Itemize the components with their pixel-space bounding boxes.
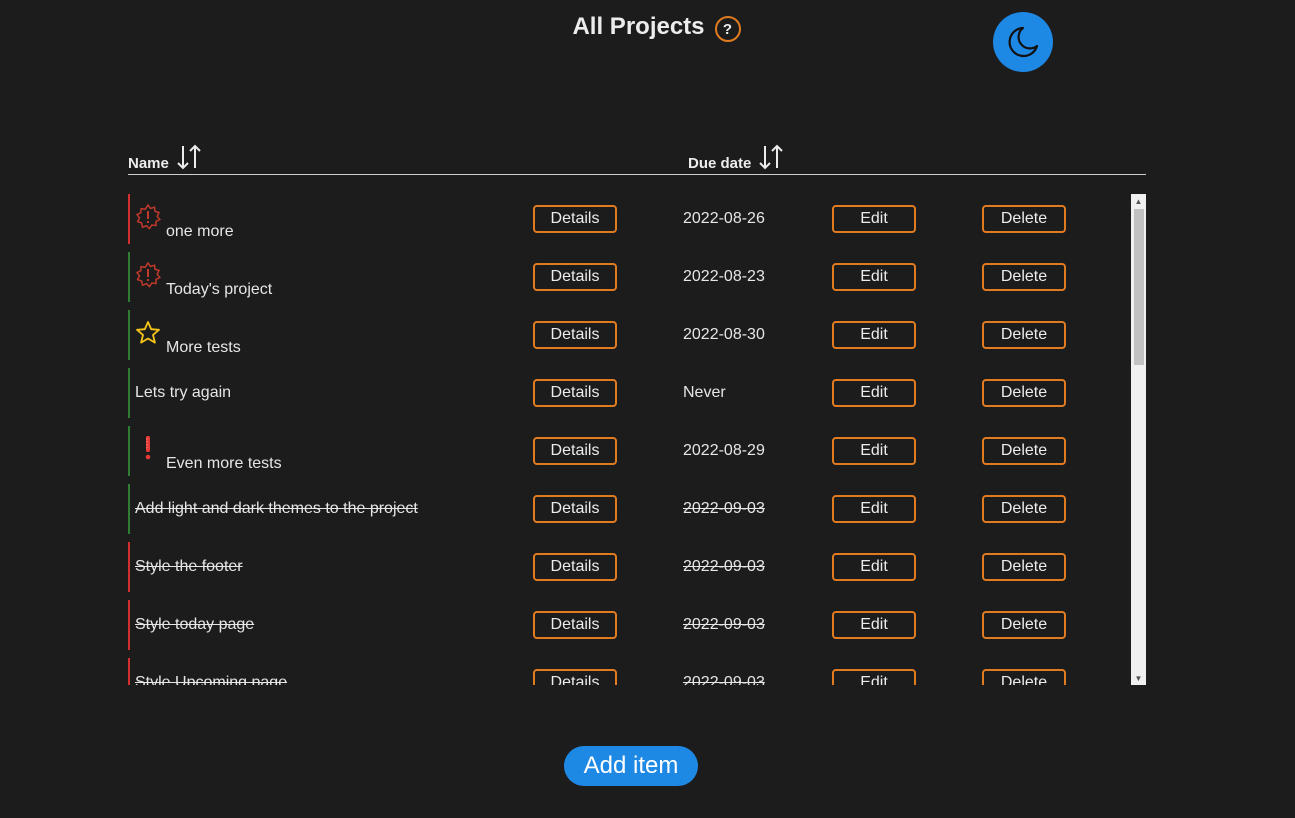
priority-indicator xyxy=(128,542,130,592)
name-column-header[interactable]: Name xyxy=(128,144,203,172)
details-button[interactable]: Details xyxy=(533,263,617,291)
delete-button[interactable]: Delete xyxy=(982,669,1066,685)
star-icon xyxy=(135,320,161,351)
details-button[interactable]: Details xyxy=(533,553,617,581)
moon-icon xyxy=(1008,26,1039,58)
priority-indicator xyxy=(128,310,130,360)
project-name-cell: Today's project xyxy=(135,252,272,302)
table-row: Style the footer Details 2022-09-03 Edit Del… xyxy=(128,542,1131,600)
delete-button[interactable]: Delete xyxy=(982,263,1066,291)
delete-button[interactable]: Delete xyxy=(982,437,1066,465)
project-name: Style Upcoming page xyxy=(135,674,288,685)
table-row: More tests Details 2022-08-30 Edit Delete xyxy=(128,310,1131,368)
due-date: 2022-08-26 xyxy=(683,210,765,227)
edit-button[interactable]: Edit xyxy=(832,379,916,407)
project-list-scroll-area[interactable]: one more Details 2022-08-26 Edit Delete Today… xyxy=(128,194,1146,685)
project-name-cell: Style Upcoming page xyxy=(135,658,287,685)
project-name-cell: Lets try again xyxy=(135,368,231,418)
table-row: Style Upcoming page Details 2022-09-03 Edit… xyxy=(128,658,1131,685)
project-name-cell: More tests xyxy=(135,310,241,360)
help-icon: ? xyxy=(722,20,733,38)
delete-button[interactable]: Delete xyxy=(982,495,1066,523)
sort-icon[interactable] xyxy=(757,144,785,170)
edit-button[interactable]: Edit xyxy=(832,495,916,523)
due-date-column-label: Due date xyxy=(688,155,752,172)
priority-indicator xyxy=(128,658,130,685)
scrollbar[interactable]: ▲ ▼ xyxy=(1131,194,1146,685)
details-button[interactable]: Details xyxy=(533,611,617,639)
priority-indicator xyxy=(128,194,130,244)
project-name-cell: Even more tests xyxy=(135,426,282,476)
table-row: Add light and dark themes to the project… xyxy=(128,484,1131,542)
project-name: Style the footer xyxy=(135,558,243,575)
project-name: one more xyxy=(166,223,234,240)
name-column-label: Name xyxy=(128,155,169,172)
theme-toggle-button[interactable] xyxy=(993,12,1053,72)
details-button[interactable]: Details xyxy=(533,321,617,349)
details-button[interactable]: Details xyxy=(533,205,617,233)
priority-indicator xyxy=(128,600,130,650)
edit-button[interactable]: Edit xyxy=(832,263,916,291)
due-date: 2022-08-23 xyxy=(683,268,765,285)
delete-button[interactable]: Delete xyxy=(982,205,1066,233)
project-name: Style today page xyxy=(135,616,255,633)
table-row: one more Details 2022-08-26 Edit Delete xyxy=(128,194,1131,252)
edit-button[interactable]: Edit xyxy=(832,611,916,639)
project-name-cell: Style today page xyxy=(135,600,254,650)
page-title: All Projects xyxy=(572,13,705,40)
project-list: one more Details 2022-08-26 Edit Delete Today… xyxy=(128,194,1131,685)
due-date: 2022-09-03 xyxy=(683,558,765,575)
due-date-column-header[interactable]: Due date xyxy=(688,144,785,172)
scroll-up-arrow-icon[interactable]: ▲ xyxy=(1131,194,1146,208)
due-date: 2022-09-03 xyxy=(683,616,765,633)
page: All Projects ? Name Due date one more Det… xyxy=(0,0,1295,818)
project-name-cell: one more xyxy=(135,194,234,244)
project-name: Even more tests xyxy=(166,455,282,472)
help-button[interactable]: ? xyxy=(714,16,741,42)
add-item-button[interactable]: Add item xyxy=(564,746,698,786)
delete-button[interactable]: Delete xyxy=(982,379,1066,407)
due-date: 2022-08-29 xyxy=(683,442,765,459)
sort-icon[interactable] xyxy=(175,144,203,170)
edit-button[interactable]: Edit xyxy=(832,437,916,465)
title-bar: All Projects ? xyxy=(0,12,1295,42)
project-name-cell: Add light and dark themes to the project xyxy=(135,484,418,534)
due-date: 2022-09-03 xyxy=(683,674,765,685)
due-date: 2022-09-03 xyxy=(683,500,765,517)
scroll-down-arrow-icon[interactable]: ▼ xyxy=(1131,671,1146,685)
details-button[interactable]: Details xyxy=(533,669,617,685)
due-date: 2022-08-30 xyxy=(683,326,765,343)
delete-button[interactable]: Delete xyxy=(982,321,1066,349)
project-name: Add light and dark themes to the project xyxy=(135,500,418,517)
delete-button[interactable]: Delete xyxy=(982,611,1066,639)
project-name: More tests xyxy=(166,339,241,356)
details-button[interactable]: Details xyxy=(533,379,617,407)
table-row: Even more tests Details 2022-08-29 Edit Dele… xyxy=(128,426,1131,484)
project-name: Today's project xyxy=(166,281,273,298)
delete-button[interactable]: Delete xyxy=(982,553,1066,581)
scroll-thumb[interactable] xyxy=(1134,209,1144,365)
alert-badge-icon xyxy=(135,261,161,293)
exclamation-icon xyxy=(135,434,161,467)
table-row: Style today page Details 2022-09-03 Edit Del… xyxy=(128,600,1131,658)
project-name: Lets try again xyxy=(135,384,232,401)
edit-button[interactable]: Edit xyxy=(832,669,916,685)
priority-indicator xyxy=(128,368,130,418)
alert-badge-icon xyxy=(135,203,161,235)
priority-indicator xyxy=(128,484,130,534)
table-row: Today's project Details 2022-08-23 Edit Dele… xyxy=(128,252,1131,310)
details-button[interactable]: Details xyxy=(533,495,617,523)
priority-indicator xyxy=(128,426,130,476)
edit-button[interactable]: Edit xyxy=(832,553,916,581)
edit-button[interactable]: Edit xyxy=(832,205,916,233)
project-name-cell: Style the footer xyxy=(135,542,243,592)
table-header: Name Due date xyxy=(128,134,1146,175)
details-button[interactable]: Details xyxy=(533,437,617,465)
edit-button[interactable]: Edit xyxy=(832,321,916,349)
priority-indicator xyxy=(128,252,130,302)
table-row: Lets try again Details Never Edit Delete xyxy=(128,368,1131,426)
due-date: Never xyxy=(683,384,726,401)
